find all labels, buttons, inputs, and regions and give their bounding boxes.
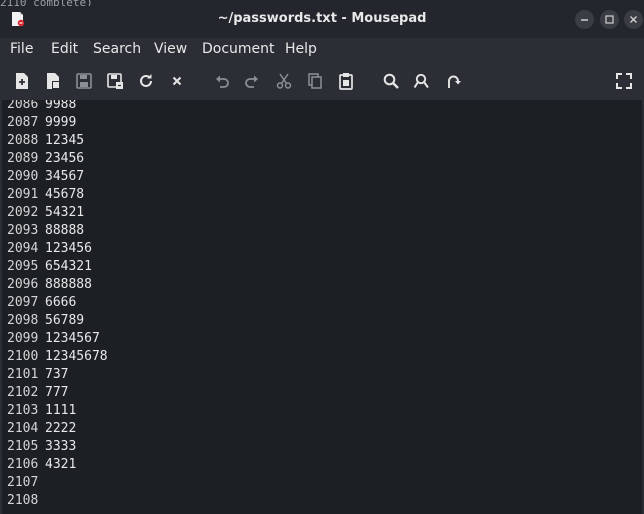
text-line[interactable]: 34567	[45, 168, 84, 186]
line-number: 2107	[7, 475, 39, 490]
text-line[interactable]: 1234567	[45, 330, 100, 348]
fullscreen-icon[interactable]	[614, 71, 634, 91]
line-number: 2087	[7, 115, 39, 130]
minimize-button[interactable]	[575, 10, 594, 29]
text-line[interactable]: 6666	[45, 294, 76, 312]
menu-edit[interactable]: Edit	[51, 38, 78, 62]
line-number: 2106	[7, 457, 39, 472]
line-number: 2099	[7, 331, 39, 346]
find-replace-icon[interactable]	[412, 71, 432, 91]
line-number: 2091	[7, 187, 39, 202]
menu-file[interactable]: File	[10, 38, 33, 62]
toolbar	[0, 62, 644, 100]
paste-icon[interactable]	[336, 71, 356, 91]
menu-bar: File Edit Search View Document Help	[0, 38, 644, 62]
menu-view[interactable]: View	[154, 38, 187, 62]
menu-document[interactable]: Document	[202, 38, 275, 62]
close-icon[interactable]	[167, 71, 187, 91]
text-editor[interactable]: 2086 2087 2088 2089 2090 2091 2092 2093 …	[2, 100, 642, 514]
go-to-icon[interactable]	[443, 71, 463, 91]
text-line[interactable]: 4321	[45, 456, 76, 474]
text-line[interactable]: 9988	[45, 100, 76, 114]
line-number: 2090	[7, 169, 39, 184]
menu-help[interactable]: Help	[285, 38, 317, 62]
line-number: 2100	[7, 349, 39, 364]
line-number: 2097	[7, 295, 39, 310]
save-as-icon[interactable]	[105, 71, 125, 91]
line-number: 2098	[7, 313, 39, 328]
text-line[interactable]: 45678	[45, 186, 84, 204]
line-number: 2108	[7, 493, 39, 508]
text-line[interactable]: 9999	[45, 114, 76, 132]
line-number: 2102	[7, 385, 39, 400]
line-number: 2096	[7, 277, 39, 292]
text-line[interactable]: 2222	[45, 420, 76, 438]
search-icon[interactable]	[381, 71, 401, 91]
open-file-icon[interactable]	[43, 71, 63, 91]
text-line[interactable]: 1111	[45, 402, 76, 420]
line-number: 2088	[7, 133, 39, 148]
line-number: 2093	[7, 223, 39, 238]
new-document-icon[interactable]	[12, 71, 32, 91]
text-line[interactable]: 888888	[45, 276, 92, 294]
line-number: 2086	[7, 100, 39, 112]
redo-icon[interactable]	[242, 71, 262, 91]
text-line[interactable]: 56789	[45, 312, 84, 330]
menu-search[interactable]: Search	[93, 38, 141, 62]
text-line[interactable]: 777	[45, 384, 68, 402]
copy-icon[interactable]	[305, 71, 325, 91]
text-line[interactable]: 12345	[45, 132, 84, 150]
text-line[interactable]: 654321	[45, 258, 92, 276]
text-line[interactable]: 12345678	[45, 348, 108, 366]
line-number: 2092	[7, 205, 39, 220]
text-line[interactable]: 88888	[45, 222, 84, 240]
line-number: 2104	[7, 421, 39, 436]
line-number: 2103	[7, 403, 39, 418]
undo-icon[interactable]	[212, 71, 232, 91]
text-line[interactable]: 23456	[45, 150, 84, 168]
save-icon[interactable]	[74, 71, 94, 91]
cut-icon[interactable]	[274, 71, 294, 91]
maximize-button[interactable]	[600, 10, 619, 29]
line-number: 2105	[7, 439, 39, 454]
line-number: 2089	[7, 151, 39, 166]
line-number: 2094	[7, 241, 39, 256]
line-number: 2101	[7, 367, 39, 382]
mousepad-window: 2110 complete) ~/passwords.txt - Mousepa…	[0, 0, 644, 514]
text-line[interactable]: 123456	[45, 240, 92, 258]
close-window-button[interactable]	[624, 10, 643, 29]
text-line[interactable]: 737	[45, 366, 68, 384]
window-title: ~/passwords.txt - Mousepad	[217, 11, 427, 26]
title-bar[interactable]: 2110 complete) ~/passwords.txt - Mousepa…	[0, 0, 644, 38]
line-number: 2095	[7, 259, 39, 274]
text-line[interactable]: 3333	[45, 438, 76, 456]
reload-icon[interactable]	[136, 71, 156, 91]
text-line[interactable]: 54321	[45, 204, 84, 222]
